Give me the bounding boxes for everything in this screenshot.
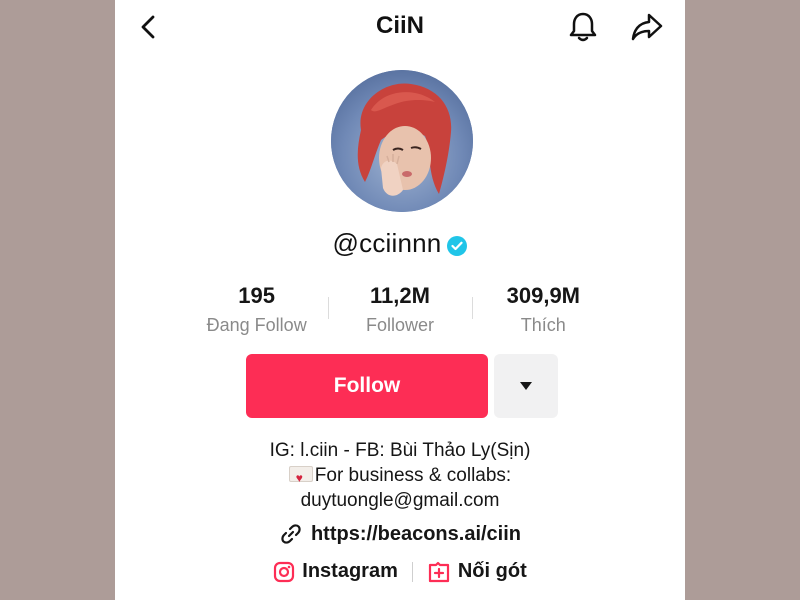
stat-likes[interactable]: 309,9M Thích bbox=[471, 283, 615, 343]
stat-label: Đang Follow bbox=[206, 315, 307, 335]
caret-down-icon bbox=[520, 382, 532, 390]
username-row: @cciinnn bbox=[115, 228, 685, 259]
profile-screen: CiiN @cciinnn 195 Đang Follow 11,2M Foll… bbox=[115, 0, 685, 600]
bio-line-text: For business & collabs: bbox=[314, 465, 512, 486]
add-duet-label: Nối gót bbox=[457, 560, 527, 582]
stat-value: 11,2M bbox=[370, 283, 430, 308]
add-duet-link[interactable]: Nối gót bbox=[427, 560, 527, 583]
link-icon bbox=[281, 524, 301, 544]
bio-line: IG: l.ciin - FB: Bùi Thảo Ly(Sịn) bbox=[269, 440, 531, 461]
stat-value: 309,9M bbox=[506, 283, 581, 308]
username: @cciinnn bbox=[332, 228, 442, 258]
social-divider bbox=[411, 561, 413, 582]
share-icon bbox=[631, 13, 663, 41]
stat-followers[interactable]: 11,2M Follower bbox=[328, 283, 471, 343]
avatar[interactable] bbox=[331, 70, 473, 212]
verified-badge-icon bbox=[447, 235, 468, 256]
bio: IG: l.ciin - FB: Bùi Thảo Ly(Sịn) For bu… bbox=[115, 438, 685, 513]
stat-following[interactable]: 195 Đang Follow bbox=[185, 283, 328, 343]
profile-stats: 195 Đang Follow 11,2M Follower 309,9M Th… bbox=[185, 283, 615, 343]
instagram-link[interactable]: Instagram bbox=[273, 560, 398, 583]
stat-label: Follower bbox=[365, 315, 434, 335]
add-duet-icon bbox=[428, 561, 449, 582]
bio-email: duytuongle@gmail.com bbox=[300, 490, 500, 511]
notification-bell-button[interactable] bbox=[565, 8, 601, 46]
stat-label: Thích bbox=[520, 315, 566, 335]
stat-value: 195 bbox=[238, 283, 276, 308]
love-letter-icon bbox=[288, 466, 313, 491]
profile-link[interactable]: https://beacons.ai/ciin bbox=[115, 522, 685, 546]
social-links: Instagram Nối gót bbox=[115, 560, 685, 583]
top-bar: CiiN bbox=[115, 0, 685, 54]
bio-line: For business & collabs: bbox=[115, 463, 685, 491]
profile-link-url: https://beacons.ai/ciin bbox=[310, 522, 522, 545]
follow-button[interactable]: Follow bbox=[246, 354, 488, 418]
bell-icon bbox=[569, 12, 597, 42]
suggested-accounts-dropdown-button[interactable] bbox=[494, 354, 558, 418]
instagram-icon bbox=[274, 561, 295, 582]
avatar-photo bbox=[331, 70, 473, 212]
instagram-label: Instagram bbox=[302, 560, 398, 582]
share-button[interactable] bbox=[627, 8, 667, 46]
